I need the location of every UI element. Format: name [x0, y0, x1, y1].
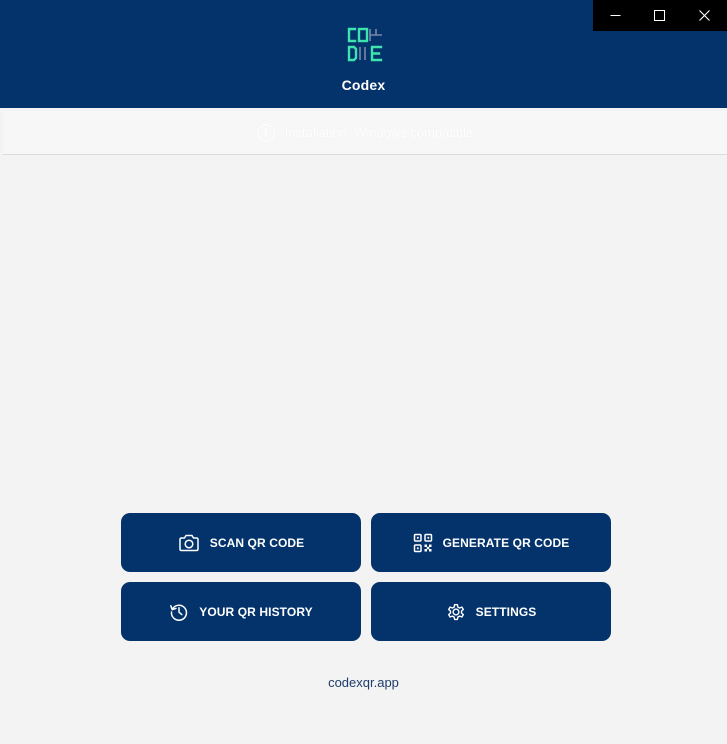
minimize-button[interactable] — [593, 0, 638, 31]
history-icon — [170, 604, 188, 621]
qr-history-label: YOUR QR HISTORY — [199, 604, 313, 619]
website-link[interactable]: codexqr.app — [0, 675, 727, 690]
codex-logo-icon — [347, 27, 383, 62]
notice-text: Installation: Windows compatible — [284, 125, 474, 140]
gear-icon — [447, 603, 464, 620]
qr-code-icon — [413, 533, 432, 552]
minimize-icon — [610, 15, 621, 16]
info-icon: i — [256, 123, 275, 142]
camera-icon — [178, 534, 199, 551]
qr-history-button[interactable]: YOUR QR HISTORY — [121, 582, 361, 641]
settings-button[interactable]: SETTINGS — [371, 582, 611, 641]
maximize-icon — [654, 10, 666, 21]
scan-qr-code-button[interactable]: SCAN QR CODE — [121, 513, 361, 572]
app-title: Codex — [341, 77, 386, 93]
app-window: Codex i Installation: Windows compatible… — [0, 0, 727, 744]
settings-label: SETTINGS — [475, 604, 537, 619]
generate-qr-code-label: GENERATE QR CODE — [442, 535, 570, 550]
generate-qr-code-button[interactable]: GENERATE QR CODE — [371, 513, 611, 572]
maximize-button[interactable] — [638, 0, 683, 31]
window-controls — [593, 0, 727, 31]
notice-bar: i Installation: Windows compatible — [3, 111, 727, 155]
close-button[interactable] — [682, 0, 727, 31]
close-icon — [699, 10, 710, 21]
scan-qr-code-label: SCAN QR CODE — [209, 535, 305, 550]
